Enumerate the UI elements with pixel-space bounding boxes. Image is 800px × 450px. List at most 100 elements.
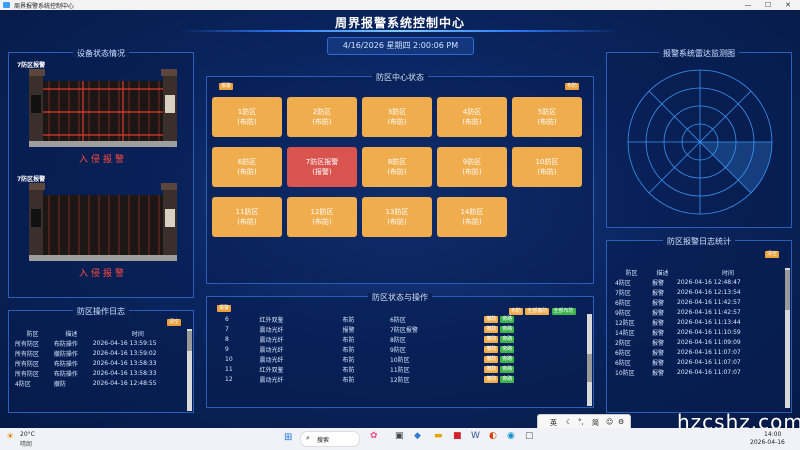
weather-icon[interactable]: ☀ <box>6 432 14 442</box>
ime-english-toggle[interactable]: 英 <box>550 418 557 428</box>
zone-tile-14[interactable]: 14防区 (布防) <box>437 197 507 237</box>
settings-icon[interactable]: ⚙ <box>618 418 624 426</box>
app-red-icon[interactable]: ■ <box>453 431 462 441</box>
file-explorer-icon[interactable]: ▬ <box>434 431 443 441</box>
zone-ops-row[interactable]: 8 震动光纤 布防 8防区 撤防 旁路 <box>223 334 583 344</box>
alarm-log-clear-button[interactable]: 清空 <box>765 251 780 258</box>
table-cell: 10防区 <box>615 369 635 377</box>
zone-id-cell: 7 <box>225 325 229 333</box>
ppt-icon[interactable]: ◐ <box>489 431 497 441</box>
zone-state: (布防) <box>237 168 257 176</box>
app-window-icon[interactable]: ▢ <box>525 431 534 441</box>
zone-id-cell: 12 <box>225 375 233 383</box>
disarm-button[interactable]: 撤防 <box>484 346 499 353</box>
zone-tile-9[interactable]: 9防区 (布防) <box>437 147 507 187</box>
table-row[interactable]: 7防区 报警 2026-04-16 12:13:54 <box>613 287 781 297</box>
ime-simplified-toggle[interactable]: 简 <box>592 418 599 428</box>
zone-state-cell: 布防 <box>342 346 355 354</box>
close-button[interactable]: ✕ <box>778 0 798 10</box>
disarm-button[interactable]: 撤防 <box>484 366 499 373</box>
punctuation-icon[interactable]: °, <box>578 418 584 426</box>
disarm-button[interactable]: 撤防 <box>484 356 499 363</box>
zone-tile-2[interactable]: 2防区 (布防) <box>287 97 357 137</box>
oplog-clear-button[interactable]: 清空 <box>167 319 182 326</box>
zone-tile-7[interactable]: 7防区报警 (报警) <box>287 147 357 187</box>
alarm-log-scrollbar[interactable] <box>785 268 790 408</box>
zone-state: (布防) <box>237 118 257 126</box>
moon-icon[interactable]: ☾ <box>566 418 572 426</box>
zone-ops-row[interactable]: 9 震动光纤 布防 9防区 撤防 旁路 <box>223 344 583 354</box>
minimize-button[interactable]: — <box>738 0 758 10</box>
table-cell: 12防区 <box>615 319 635 327</box>
zone-name: 14防区 <box>460 208 484 216</box>
zone-ops-row[interactable]: 12 震动光纤 布防 12防区 撤防 旁路 <box>223 374 583 384</box>
zone-tile-6[interactable]: 6防区 (布防) <box>212 147 282 187</box>
copilot-icon[interactable]: ◆ <box>414 431 421 441</box>
zone-state: (布防) <box>237 218 257 226</box>
zone-ops-row[interactable]: 11 红外双鉴 布防 11防区 撤防 旁路 <box>223 364 583 374</box>
table-row[interactable]: 所有防区 布防操作 2026-04-16 13:58:33 <box>13 368 185 378</box>
zone-ops-table: 6 红外双鉴 布防 6防区 撤防 旁路 7 震动光纤 报警 7防区报警 撤防 旁路 8 震动光纤 布防 8… <box>223 314 583 384</box>
zone-ops-alarm-tag[interactable]: 报警 <box>217 305 232 312</box>
table-row[interactable]: 6防区 报警 2026-04-16 11:07:07 <box>613 357 781 367</box>
widgets-icon[interactable]: ✿ <box>370 431 378 441</box>
zone-arm-tag[interactable]: 布防 <box>565 83 580 90</box>
table-row[interactable]: 14防区 报警 2026-04-16 11:10:59 <box>613 327 781 337</box>
table-cell: 2026-04-16 12:48:47 <box>677 278 741 286</box>
zone-ops-scrollbar[interactable] <box>587 314 592 406</box>
table-row[interactable]: 10防区 报警 2026-04-16 11:07:07 <box>613 367 781 377</box>
zone-ops-row[interactable]: 10 震动光纤 布防 10防区 撤防 旁路 <box>223 354 583 364</box>
table-row[interactable]: 所有防区 布防操作 2026-04-16 13:58:33 <box>13 358 185 368</box>
zone-tile-4[interactable]: 4防区 (布防) <box>437 97 507 137</box>
start-icon[interactable]: ⊞ <box>284 432 292 443</box>
table-row[interactable]: 所有防区 撤防操作 2026-04-16 13:59:02 <box>13 348 185 358</box>
table-row[interactable]: 6防区 报警 2026-04-16 11:07:07 <box>613 347 781 357</box>
table-row[interactable]: 9防区 报警 2026-04-16 11:42:57 <box>613 307 781 317</box>
table-cell: 2026-04-16 12:48:55 <box>92 379 157 387</box>
zone-tile-8[interactable]: 8防区 (布防) <box>362 147 432 187</box>
bypass-button[interactable]: 旁路 <box>500 316 515 323</box>
zone-tile-5[interactable]: 5防区 (布防) <box>512 97 582 137</box>
disarm-button[interactable]: 撤防 <box>484 326 499 333</box>
table-row[interactable]: 12防区 报警 2026-04-16 11:13:44 <box>613 317 781 327</box>
zone-tile-3[interactable]: 3防区 (布防) <box>362 97 432 137</box>
zone-tile-12[interactable]: 12防区 (布防) <box>287 197 357 237</box>
zone-name-cell: 12防区 <box>390 376 410 384</box>
table-cell: 2026-04-16 11:42:57 <box>677 298 741 306</box>
disarm-button[interactable]: 撤防 <box>484 316 499 323</box>
maximize-button[interactable]: ☐ <box>758 0 778 10</box>
table-row[interactable]: 6防区 报警 2026-04-16 11:42:57 <box>613 297 781 307</box>
bypass-button[interactable]: 旁路 <box>500 376 515 383</box>
zone-tile-13[interactable]: 13防区 (布防) <box>362 197 432 237</box>
bypass-button[interactable]: 旁路 <box>500 366 515 373</box>
zone-ops-row[interactable]: 6 红外双鉴 布防 6防区 撤防 旁路 <box>223 314 583 324</box>
emoji-icon[interactable]: ☺ <box>606 418 613 426</box>
table-cell: 6防区 <box>615 299 631 307</box>
zone-tile-10[interactable]: 10防区 (布防) <box>512 147 582 187</box>
bypass-button[interactable]: 旁路 <box>500 336 515 343</box>
bypass-button[interactable]: 旁路 <box>500 346 515 353</box>
zone-actions-cell: 撤防 旁路 <box>482 374 583 384</box>
table-row[interactable]: 4防区 撤防 2026-04-16 12:48:55 <box>13 378 185 388</box>
word-icon[interactable]: W <box>471 431 480 441</box>
task-view-icon[interactable]: ▣ <box>395 431 404 441</box>
bypass-button[interactable]: 旁路 <box>500 356 515 363</box>
oplog-scrollbar[interactable] <box>187 329 192 411</box>
table-row[interactable]: 2防区 报警 2026-04-16 11:09:09 <box>613 337 781 347</box>
zone-tile-11[interactable]: 11防区 (布防) <box>212 197 282 237</box>
table-cell: 2防区 <box>615 339 631 347</box>
edge-icon[interactable]: ◉ <box>507 431 515 441</box>
col-desc: 描述 <box>65 330 78 338</box>
zone-ops-row[interactable]: 7 震动光纤 报警 7防区报警 撤防 旁路 <box>223 324 583 334</box>
table-row[interactable]: 4防区 报警 2026-04-16 12:48:47 <box>613 277 781 287</box>
taskbar-search[interactable]: ⌕ 搜索 <box>300 431 360 447</box>
disarm-button[interactable]: 撤防 <box>484 336 499 343</box>
table-cell: 报警 <box>651 289 664 297</box>
table-row[interactable]: 所有防区 布防操作 2026-04-16 13:59:15 <box>13 338 185 348</box>
watermark: hzcshz.com <box>677 410 800 434</box>
zone-tile-1[interactable]: 1防区 (布防) <box>212 97 282 137</box>
zone-alarm-tag[interactable]: 报警 <box>219 83 234 90</box>
zone-name-cell: 6防区 <box>390 316 406 324</box>
bypass-button[interactable]: 旁路 <box>500 326 515 333</box>
disarm-button[interactable]: 撤防 <box>484 376 499 383</box>
